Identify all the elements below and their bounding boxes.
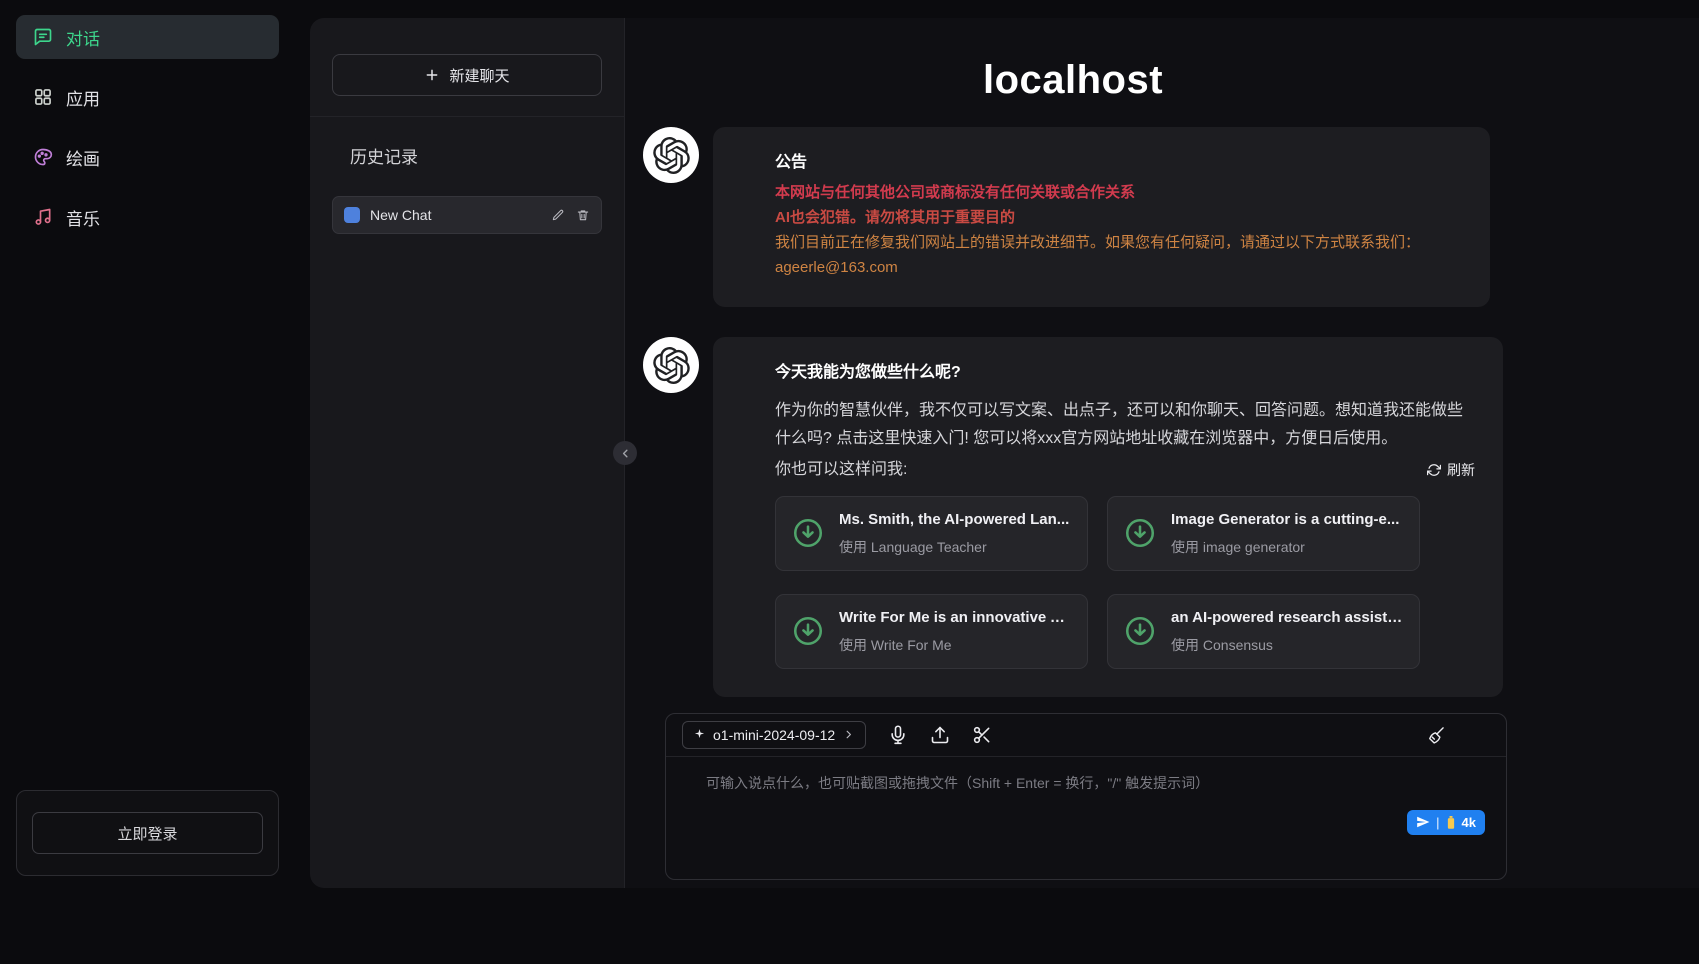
collapse-sidebar-button[interactable] — [613, 441, 637, 465]
send-button[interactable]: | 4k — [1407, 810, 1485, 835]
workspace: 新建聊天 历史记录 New Chat localhost — [310, 18, 1699, 888]
palette-icon — [33, 147, 53, 167]
message-announcement: 公告 本网站与任何其他公司或商标没有任何关联或合作关系 AI也会犯错。请勿将其用… — [643, 127, 1490, 307]
refresh-prompts-button[interactable]: 刷新 — [1427, 460, 1475, 481]
announcement-line3: 我们目前正在修复我们网站上的错误并改进细节。如果您有任何疑问，请通过以下方式联系… — [775, 232, 1462, 254]
sidebar-item-label: 音乐 — [66, 205, 100, 230]
chat-icon — [33, 27, 53, 47]
apps-grid-icon — [33, 87, 53, 107]
chat-list-panel: 新建聊天 历史记录 New Chat — [310, 18, 625, 888]
prompt-card[interactable]: Write For Me is an innovative A... 使用 Wr… — [775, 594, 1088, 669]
sidebar-item-drawing[interactable]: 绘画 — [16, 135, 279, 179]
chevron-right-icon — [842, 728, 855, 741]
download-circle-icon — [1123, 614, 1157, 648]
upload-icon[interactable] — [930, 725, 950, 745]
prompt-title: Ms. Smith, the AI-powered Lan... — [839, 509, 1069, 531]
chat-item-actions — [551, 208, 590, 222]
announcement-bubble: 公告 本网站与任何其他公司或商标没有任何关联或合作关系 AI也会犯错。请勿将其用… — [713, 127, 1490, 307]
contact-email-link[interactable]: ageerle@163.com — [775, 257, 898, 279]
sidebar-item-chat[interactable]: 对话 — [16, 15, 279, 59]
microphone-icon[interactable] — [888, 725, 908, 745]
chat-list-header: 新建聊天 — [310, 18, 624, 117]
announcement-heading: 公告 — [775, 151, 1462, 175]
clear-context-broom-icon[interactable] — [1426, 725, 1446, 745]
sidebar-item-music[interactable]: 音乐 — [16, 195, 279, 239]
sidebar-item-label: 对话 — [66, 25, 100, 50]
welcome-body: 作为你的智慧伙伴，我不仅可以写文案、出点子，还可以和你聊天、回答问题。想知道我还… — [775, 397, 1475, 453]
prompt-card[interactable]: an AI-powered research assista... 使用 Con… — [1107, 594, 1420, 669]
prompt-title: Write For Me is an innovative A... — [839, 607, 1072, 629]
sidebar-item-apps[interactable]: 应用 — [16, 75, 279, 119]
prompt-subtitle: 使用 Consensus — [1171, 635, 1404, 656]
login-panel: 立即登录 — [16, 790, 279, 876]
sidebar-item-label: 应用 — [66, 85, 100, 110]
assistant-avatar — [643, 337, 699, 393]
openai-logo-icon — [653, 137, 690, 174]
prompt-title: an AI-powered research assista... — [1171, 607, 1404, 629]
assistant-avatar — [643, 127, 699, 183]
history-title: 历史记录 — [350, 143, 602, 168]
prompt-subtitle: 使用 Write For Me — [839, 635, 1072, 656]
scissors-icon[interactable] — [972, 725, 992, 745]
send-plane-icon — [1416, 815, 1430, 829]
composer: o1-mini-2024-09-12 — [665, 713, 1507, 880]
delete-icon[interactable] — [576, 208, 590, 222]
welcome-bubble: 今天我能为您做些什么呢? 作为你的智慧伙伴，我不仅可以写文案、出点子，还可以和你… — [713, 337, 1503, 696]
welcome-heading: 今天我能为您做些什么呢? — [775, 361, 1475, 385]
token-battery-icon — [1446, 815, 1456, 830]
new-chat-label: 新建聊天 — [449, 65, 509, 86]
model-label: o1-mini-2024-09-12 — [713, 727, 835, 743]
new-chat-button[interactable]: 新建聊天 — [332, 54, 602, 96]
sidebar: 对话 应用 绘画 音乐 立即登录 — [0, 0, 295, 964]
edit-icon[interactable] — [551, 208, 565, 222]
chat-item-title: New Chat — [370, 207, 431, 223]
chat-main: localhost 公告 本网站与任何其他公司或商标没有任何关联或合作关系 AI… — [625, 18, 1699, 888]
prompt-card[interactable]: Image Generator is a cutting-e... 使用 ima… — [1107, 496, 1420, 571]
sidebar-item-label: 绘画 — [66, 145, 100, 170]
model-selector[interactable]: o1-mini-2024-09-12 — [682, 721, 866, 749]
download-circle-icon — [791, 516, 825, 550]
composer-toolbar: o1-mini-2024-09-12 — [666, 714, 1506, 757]
refresh-label: 刷新 — [1447, 460, 1475, 481]
prompt-card[interactable]: Ms. Smith, the AI-powered Lan... 使用 Lang… — [775, 496, 1088, 571]
announcement-line1: 本网站与任何其他公司或商标没有任何关联或合作关系 — [775, 182, 1462, 204]
announcement-line2: AI也会犯错。请勿将其用于重要目的 — [775, 207, 1462, 229]
message-list: 公告 本网站与任何其他公司或商标没有任何关联或合作关系 AI也会犯错。请勿将其用… — [643, 127, 1490, 697]
refresh-icon — [1427, 463, 1441, 477]
prompt-suggestions: Ms. Smith, the AI-powered Lan... 使用 Lang… — [775, 496, 1475, 669]
page-title: localhost — [643, 58, 1503, 103]
login-button[interactable]: 立即登录 — [32, 812, 263, 854]
prompt-subtitle: 使用 image generator — [1171, 537, 1399, 558]
chat-history-item[interactable]: New Chat — [332, 196, 602, 234]
music-note-icon — [33, 207, 53, 227]
download-circle-icon — [1123, 516, 1157, 550]
token-count-badge: 4k — [1462, 815, 1476, 830]
send-pill-divider: | — [1436, 815, 1439, 830]
chat-item-icon — [344, 207, 360, 223]
prompt-subtitle: 使用 Language Teacher — [839, 537, 1069, 558]
chevron-left-icon — [619, 447, 632, 460]
openai-logo-icon — [653, 347, 690, 384]
chat-history: 历史记录 New Chat — [310, 117, 624, 260]
download-circle-icon — [791, 614, 825, 648]
message-input[interactable] — [666, 757, 1506, 841]
prompt-title: Image Generator is a cutting-e... — [1171, 509, 1399, 531]
sparkle-icon — [693, 728, 706, 741]
plus-icon — [424, 67, 440, 83]
message-welcome: 今天我能为您做些什么呢? 作为你的智慧伙伴，我不仅可以写文案、出点子，还可以和你… — [643, 337, 1490, 696]
ask-hint: 你也可以这样问我: — [775, 458, 907, 482]
